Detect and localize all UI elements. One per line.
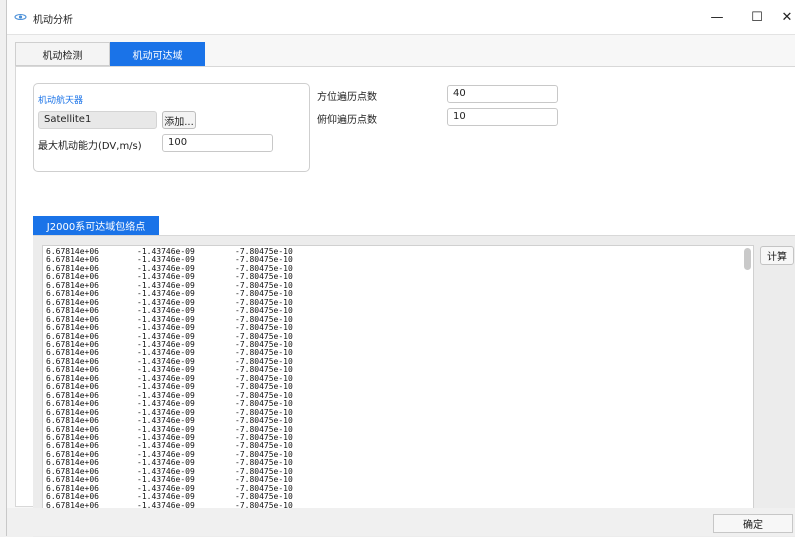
envelope-points-pane: 6.67814e+06 -1.43746e-09 -7.80475e-10 6.678… — [33, 235, 795, 537]
azimuth-points-input[interactable]: 40 — [447, 85, 558, 103]
tab-maneuver-detection[interactable]: 机动检测 — [15, 42, 110, 66]
main-tabs: 机动检测 机动可达域 — [15, 42, 205, 66]
reachable-domain-pane: 机动航天器 Satellite1 添加... 最大机动能力(DV,m/s) 10… — [15, 66, 795, 537]
calculate-button[interactable]: 计算 — [760, 246, 794, 265]
elevation-points-label: 俯仰遍历点数 — [317, 115, 377, 126]
analysis-window: 机动分析 — ☐ ✕ 机动检测 机动可达域 机动航天器 Satellite1 添… — [6, 0, 795, 537]
max-dv-label: 最大机动能力(DV,m/s) — [38, 141, 142, 152]
envelope-points-list: 6.67814e+06 -1.43746e-09 -7.80475e-10 6.678… — [43, 247, 335, 527]
spacecraft-group-title: 机动航天器 — [38, 96, 84, 106]
ok-button[interactable]: 确定 — [713, 514, 793, 533]
close-button[interactable]: ✕ — [777, 0, 795, 34]
add-satellite-button[interactable]: 添加... — [162, 111, 196, 129]
scrollbar-thumb[interactable] — [744, 248, 751, 270]
window-title: 机动分析 — [33, 15, 73, 26]
app-logo-icon — [14, 13, 27, 21]
azimuth-points-label: 方位遍历点数 — [317, 92, 377, 103]
title-bar: 机动分析 — ☐ ✕ — [7, 0, 795, 34]
maximize-button[interactable]: ☐ — [737, 0, 777, 34]
tab-maneuver-reachable-domain[interactable]: 机动可达域 — [110, 42, 205, 66]
envelope-points-textarea[interactable]: 6.67814e+06 -1.43746e-09 -7.80475e-10 6.678… — [42, 245, 754, 528]
elevation-points-input[interactable]: 10 — [447, 108, 558, 126]
dialog-footer: 确定 — [7, 508, 795, 536]
dialog-body: 机动检测 机动可达域 机动航天器 Satellite1 添加... 最大机动能力… — [7, 34, 795, 537]
tab-j2000-envelope-points[interactable]: J2000系可达域包络点 — [33, 216, 159, 235]
satellite-field[interactable]: Satellite1 — [38, 111, 157, 129]
max-dv-input[interactable]: 100 — [162, 134, 273, 152]
minimize-button[interactable]: — — [697, 0, 737, 34]
